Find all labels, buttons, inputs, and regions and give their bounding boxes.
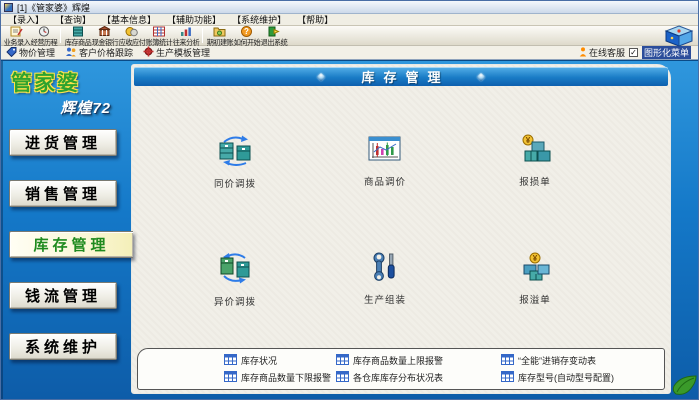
exit-icon — [268, 26, 280, 37]
bar-chart-icon — [180, 26, 192, 37]
sidebar-buttons: 进货管理 销售管理 库存管理 钱流管理 系统维护 — [1, 129, 131, 360]
window-title: [1]《管家婆》辉煌 — [17, 1, 90, 14]
help-icon: ? — [241, 26, 252, 37]
clock-icon — [38, 26, 50, 37]
customer-price-tracking-button[interactable]: 客户价格跟踪 — [65, 46, 133, 59]
cash-bank-button[interactable]: 现金银行 — [91, 26, 118, 45]
transfer-cabinets-icon — [217, 134, 253, 171]
link-allround-change-table[interactable]: “全能”进销存变动表 — [501, 354, 660, 367]
brand-edition: 辉煌72 — [11, 97, 111, 118]
overflow-boxes-icon: ¥ — [519, 252, 551, 287]
page-title: 库存管理 — [352, 67, 449, 86]
menu-bar: 【录入】 【查询】 【基本信息】 【辅助功能】 【系统维护】 【帮助】 — [1, 14, 698, 26]
menu-query[interactable]: 【查询】 — [55, 13, 91, 26]
graphic-menu-checkbox[interactable]: ✓ — [629, 48, 638, 57]
initial-accounts-button[interactable]: 期初建账 — [206, 26, 233, 45]
same-price-transfer-item[interactable]: 同价调拨 — [160, 134, 310, 190]
production-template-button[interactable]: 生产模板管理 — [143, 46, 210, 59]
link-inventory-status[interactable]: 库存状况 — [224, 354, 336, 367]
function-icons-grid: 同价调拨 商品调价 ¥ 报损单 异价调拨 生产组装 — [132, 86, 670, 308]
report-table-icon — [224, 371, 237, 384]
menu-entry[interactable]: 【录入】 — [8, 13, 44, 26]
app-icon — [4, 3, 13, 12]
transfer-cabinets-green-icon — [217, 252, 253, 289]
production-assembly-item[interactable]: 生产组装 — [310, 252, 460, 308]
receivable-payable-button[interactable]: 应收应付 — [118, 26, 145, 45]
brand-name: 管家婆 — [11, 67, 123, 97]
app-window: [1]《管家婆》辉煌 【录入】 【查询】 【基本信息】 【辅助功能】 【系统维护… — [0, 0, 699, 400]
how-to-start-button[interactable]: ? 如何开始 — [233, 26, 260, 45]
svg-text:¥: ¥ — [526, 136, 531, 145]
secondary-toolbar: 物价管理 客户价格跟踪 生产模板管理 在线客服 ✓ 图形化菜单 — [1, 46, 698, 60]
section-header: 库存管理 — [134, 67, 668, 86]
inventory-goods-button[interactable]: 库存商品 — [64, 26, 91, 45]
report-table-icon — [336, 354, 349, 367]
menu-help[interactable]: 【帮助】 — [297, 13, 333, 26]
report-table-icon — [501, 354, 514, 367]
price-chart-icon — [368, 134, 402, 169]
sidebar-item-inventory[interactable]: 库存管理 — [9, 231, 133, 258]
business-history-button[interactable]: 经营历程 — [30, 26, 57, 45]
business-entry-button[interactable]: 业务录入 — [3, 26, 30, 45]
report-table-icon — [336, 371, 349, 384]
overflow-report-item[interactable]: ¥ 报溢单 — [460, 252, 610, 308]
menu-system-maintenance[interactable]: 【系统维护】 — [232, 13, 286, 26]
coins-icon — [125, 26, 138, 37]
main-toolbar: 业务录入 经营历程 库存商品 现金银行 应收应付 账簿统计 往来分析 — [1, 26, 698, 46]
transaction-analysis-button[interactable]: 往来分析 — [172, 26, 199, 45]
notebook-icon — [10, 26, 23, 37]
link-lower-limit-alarm[interactable]: 库存商品数量下限报警 — [224, 371, 336, 384]
link-warehouse-distribution[interactable]: 各仓库库存分布状况表 — [336, 371, 501, 384]
loss-boxes-icon: ¥ — [519, 134, 551, 169]
svg-text:?: ? — [244, 27, 249, 36]
online-service-link[interactable]: 在线客服 — [579, 46, 625, 59]
content-area: 库存管理 同价调拨 商品调价 ¥ 报损单 异价调拨 — [131, 64, 671, 394]
report-table-icon — [224, 354, 237, 367]
svg-text:¥: ¥ — [533, 254, 538, 263]
diff-price-transfer-item[interactable]: 异价调拨 — [160, 252, 310, 308]
toolbar-separator — [202, 28, 203, 43]
sidebar-item-purchase[interactable]: 进货管理 — [9, 129, 117, 156]
menu-basic-info[interactable]: 【基本信息】 — [102, 13, 156, 26]
sidebar-item-sales[interactable]: 销售管理 — [9, 180, 117, 207]
sidebar-item-maintenance[interactable]: 系统维护 — [9, 333, 117, 360]
report-table-icon — [501, 371, 514, 384]
toolbar-separator — [60, 28, 61, 43]
price-tag-icon — [6, 47, 17, 59]
exit-system-button[interactable]: 退出系统 — [260, 26, 287, 45]
ornament-diamond-icon — [317, 72, 325, 80]
people-icon — [65, 47, 77, 59]
folder-icon — [213, 26, 226, 37]
sidebar-item-cashflow[interactable]: 钱流管理 — [9, 282, 117, 309]
loss-report-item[interactable]: ¥ 报损单 — [460, 134, 610, 190]
app-body: 管家婆 辉煌72 进货管理 销售管理 库存管理 钱流管理 系统维护 库存管理 — [1, 60, 698, 400]
ledger-stats-button[interactable]: 账簿统计 — [145, 26, 172, 45]
ornament-diamond-icon — [476, 72, 484, 80]
tools-icon — [370, 252, 400, 287]
goods-price-adjust-item[interactable]: 商品调价 — [310, 134, 460, 190]
link-upper-limit-alarm[interactable]: 库存商品数量上限报警 — [336, 354, 501, 367]
brand-logo: 管家婆 辉煌72 — [1, 65, 131, 115]
online-service-icon — [579, 47, 587, 59]
guanjiapo-cube-logo — [662, 25, 696, 52]
gear-icon — [143, 46, 154, 59]
link-model-config[interactable]: 库存型号(自动型号配置) — [501, 371, 660, 384]
sidebar: 管家婆 辉煌72 进货管理 销售管理 库存管理 钱流管理 系统维护 — [1, 61, 131, 400]
price-management-button[interactable]: 物价管理 — [6, 46, 55, 59]
leaf-decoration-icon — [668, 374, 698, 400]
bank-icon — [98, 26, 111, 37]
report-links-panel: 库存状况 库存商品数量上限报警 “全能”进销存变动表 库存商品数量下限报警 各仓… — [137, 348, 665, 390]
cabinet-icon — [72, 26, 84, 37]
menu-aux-functions[interactable]: 【辅助功能】 — [167, 13, 221, 26]
table-grid-icon — [153, 26, 165, 37]
